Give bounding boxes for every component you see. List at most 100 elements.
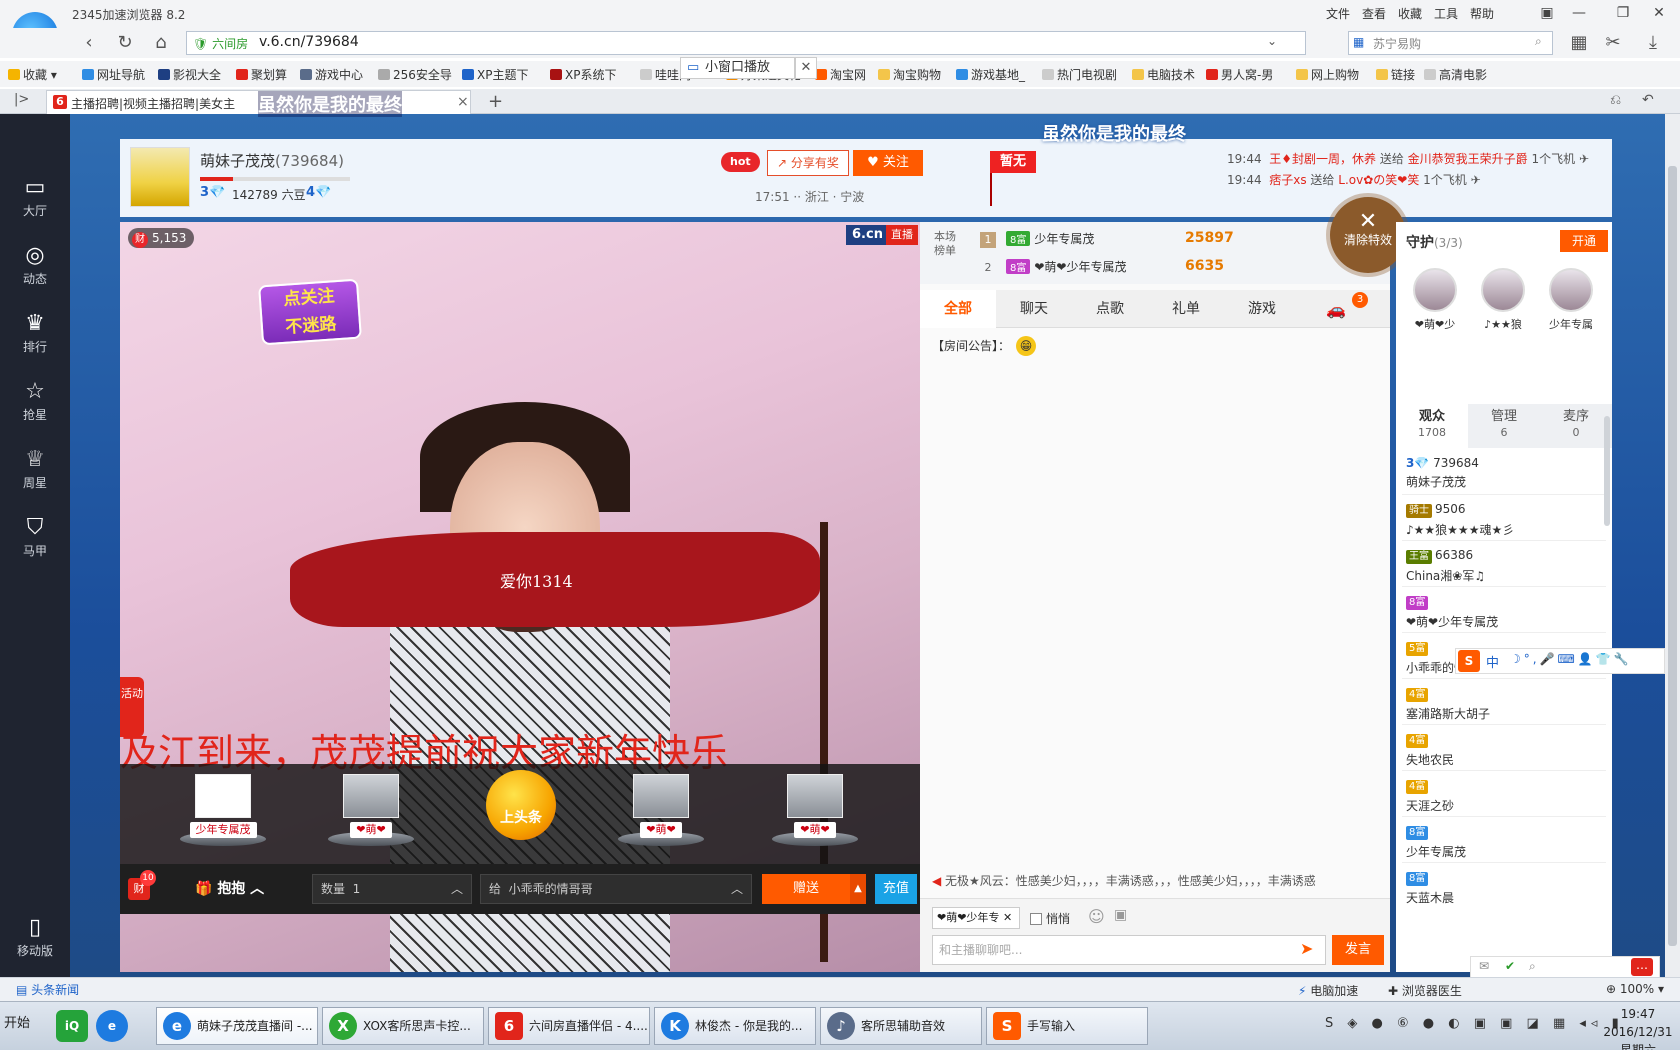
new-tab-button[interactable]: + <box>488 91 503 112</box>
fav-item[interactable]: 电脑技术 <box>1132 66 1195 83</box>
fav-item[interactable]: XP系统下 <box>550 66 616 83</box>
follow-button[interactable]: ♥ 关注 <box>853 150 923 176</box>
system-tray[interactable]: S ◈ ● ⑥ ● ◐ ▣ ▣ ◪ ▦ ◂◃ ▮ <box>1325 1016 1624 1031</box>
nav-rank[interactable]: ♛ 排行 <box>0 310 70 374</box>
refresh-icon[interactable]: ↻ <box>112 31 138 55</box>
gift-slot[interactable]: 少年专属茂 <box>168 770 278 860</box>
address-bar[interactable]: 🛡 六间房 v.6.cn/739684 ⌄ <box>186 31 1306 55</box>
anchor-avatar[interactable] <box>130 147 190 207</box>
fav-item[interactable]: 游戏基地_ <box>956 66 1025 83</box>
sogou-ime-icon[interactable]: S <box>1458 650 1480 672</box>
rank-row[interactable]: 1 8富 少年专属茂 25897 <box>980 230 1234 258</box>
mini-window-button[interactable]: ▭ 小窗口播放 <box>680 57 795 79</box>
shield-icon[interactable]: ✔ <box>1505 959 1515 973</box>
menu-file[interactable]: 文件 <box>1326 5 1350 22</box>
chat-target-chip[interactable]: ❤萌❤少年专 ✕ <box>932 907 1020 929</box>
tab-all[interactable]: 全部 <box>920 290 996 328</box>
recharge-button[interactable]: 充值 <box>875 874 917 904</box>
speedup-link[interactable]: ⚡ 电脑加速 <box>1298 982 1358 999</box>
fav-item[interactable]: 影视大全 <box>158 66 221 83</box>
headline-button[interactable]: 上头条 <box>486 770 556 840</box>
taskbar-app[interactable]: S 手写输入 <box>986 1007 1148 1045</box>
tab-list-icon[interactable]: |> <box>14 92 29 107</box>
fav-item[interactable]: 聚划算 <box>236 66 287 83</box>
fav-item[interactable]: 网上购物 <box>1296 66 1359 83</box>
clear-effects-button[interactable]: ✕ 清除特效 <box>1330 197 1406 273</box>
audience-scrollbar[interactable] <box>1604 416 1610 526</box>
chevron-down-icon[interactable]: ⌄ <box>1267 34 1277 48</box>
mail-icon[interactable]: ✉ <box>1479 959 1489 973</box>
restore-button[interactable]: ❐ <box>1612 4 1634 22</box>
chat-bubble-icon[interactable]: … <box>1631 958 1653 976</box>
taskbar-app[interactable]: K 林俊杰 - 你是我的... <box>654 1007 816 1045</box>
search-icon[interactable]: ⌕ <box>1535 34 1542 49</box>
back-icon[interactable]: ‹ <box>76 31 102 55</box>
open-guard-button[interactable]: 开通 <box>1560 230 1608 252</box>
recipient-select[interactable]: 给 小乖乖的情哥哥 ︿ <box>480 874 752 904</box>
taskbar-app[interactable]: e 萌妹子茂茂直播间 -... <box>156 1007 318 1045</box>
iqiyi-icon[interactable]: iQ <box>56 1010 88 1042</box>
page-scroll-thumb[interactable] <box>1668 166 1677 946</box>
ime-tools-icons[interactable]: ☽°,🎤⌨👤👕🔧 <box>1510 652 1632 666</box>
fav-item[interactable]: 热门电视剧 <box>1042 66 1117 83</box>
search-engine-icon[interactable]: ▦ <box>1353 35 1364 49</box>
skin-icon[interactable]: ▣ <box>1536 4 1558 22</box>
chevron-up-icon[interactable]: ︿ <box>731 875 743 903</box>
guard-member[interactable]: ❤萌❤少 <box>1402 268 1468 332</box>
headline-news-link[interactable]: ▤ 头条新闻 <box>16 981 79 998</box>
url-text[interactable]: v.6.cn/739684 <box>259 34 359 50</box>
close-icon[interactable]: ✕ <box>1003 911 1012 924</box>
nav-mobile[interactable]: ▯ 移动版 <box>0 914 70 978</box>
ie-browser-icon[interactable]: e <box>96 1010 128 1042</box>
tab-audience[interactable]: 观众 1708 <box>1396 404 1468 448</box>
taskbar-app[interactable]: ♪ 客所思辅助音效 <box>820 1007 982 1045</box>
share-button[interactable]: ↗ 分享有奖 <box>767 150 849 176</box>
send-gift-button[interactable]: 赠送 <box>762 874 850 904</box>
taskbar-app[interactable]: 6 六间房直播伴侣 - 4.... <box>488 1007 650 1045</box>
car-icon[interactable]: 🚗 <box>1326 300 1346 319</box>
chevron-up-icon[interactable]: ︿ <box>451 875 463 903</box>
gift-slot[interactable]: ❤萌❤ <box>760 770 870 860</box>
hug-button[interactable]: 🎁 抱抱 ︿ <box>195 878 264 898</box>
restore-tab-icon[interactable]: ⎌ <box>1610 92 1621 108</box>
apps-icon[interactable]: ▦ <box>1566 31 1592 55</box>
checkbox-box[interactable] <box>1030 913 1042 925</box>
fav-item[interactable]: 链接 <box>1376 66 1415 83</box>
audience-row[interactable]: 骑士 9506 ♪★★狼★★★魂★彡 <box>1406 502 1606 538</box>
tab-song[interactable]: 点歌 <box>1072 290 1148 328</box>
menu-favorites[interactable]: 收藏 <box>1398 5 1422 22</box>
menu-help[interactable]: 帮助 <box>1470 5 1494 22</box>
menu-view[interactable]: 查看 <box>1362 5 1386 22</box>
download-icon[interactable]: ⤓ <box>1640 31 1666 55</box>
minimize-button[interactable]: — <box>1568 4 1590 22</box>
clock[interactable]: 19:47 2016/12/31 星期六 <box>1596 1005 1680 1050</box>
chat-input[interactable]: 和主播聊聊吧... <box>932 935 1326 965</box>
tab-game[interactable]: 游戏 <box>1224 290 1300 328</box>
close-tab-icon[interactable]: × <box>457 94 469 110</box>
tab-mic-queue[interactable]: 麦序 0 <box>1540 404 1612 448</box>
menu-tools[interactable]: 工具 <box>1434 5 1458 22</box>
audience-row[interactable]: 3💎 739684 萌妹子茂茂 <box>1406 456 1606 490</box>
fav-item[interactable]: 淘宝网 <box>815 66 866 83</box>
rank-row[interactable]: 2 8富 ❤萌❤少年专属茂 6635 <box>980 258 1224 286</box>
send-chat-button[interactable]: 发言 <box>1332 935 1384 965</box>
audience-row[interactable]: 8富 ❤萌❤少年专属茂 <box>1406 594 1606 630</box>
nav-weekly[interactable]: ♕ 周星 <box>0 446 70 510</box>
video-player[interactable]: 爱你1314 财 5,153 6.cn 直播 点关注 不迷路 活动 及江到来，茂茂提前… <box>120 222 920 972</box>
guard-member[interactable]: 少年专属 <box>1538 268 1604 332</box>
send-options-icon[interactable]: ▲ <box>850 874 866 904</box>
nav-vest[interactable]: ⛉ 马甲 <box>0 514 70 578</box>
activity-tab[interactable]: 活动 <box>120 677 144 737</box>
fav-item[interactable]: 高清电影 <box>1424 66 1487 83</box>
audience-row[interactable]: 8富 天蓝木晨 <box>1406 870 1606 906</box>
audience-row[interactable]: 4富 天涯之砂 <box>1406 778 1606 814</box>
doctor-link[interactable]: ✚ 浏览器医生 <box>1388 982 1462 999</box>
fav-item[interactable]: 网址导航 <box>82 66 145 83</box>
tools-icon[interactable]: ✂ <box>1600 31 1626 55</box>
audience-row[interactable]: 8富 少年专属茂 <box>1406 824 1606 860</box>
tab-admins[interactable]: 管理 6 <box>1468 404 1540 448</box>
fav-item[interactable]: 游戏中心 <box>300 66 363 83</box>
tab-chat[interactable]: 聊天 <box>996 290 1072 328</box>
gift-slot[interactable]: ❤萌❤ <box>316 770 426 860</box>
follow-sticker[interactable]: 点关注 不迷路 <box>258 278 362 346</box>
